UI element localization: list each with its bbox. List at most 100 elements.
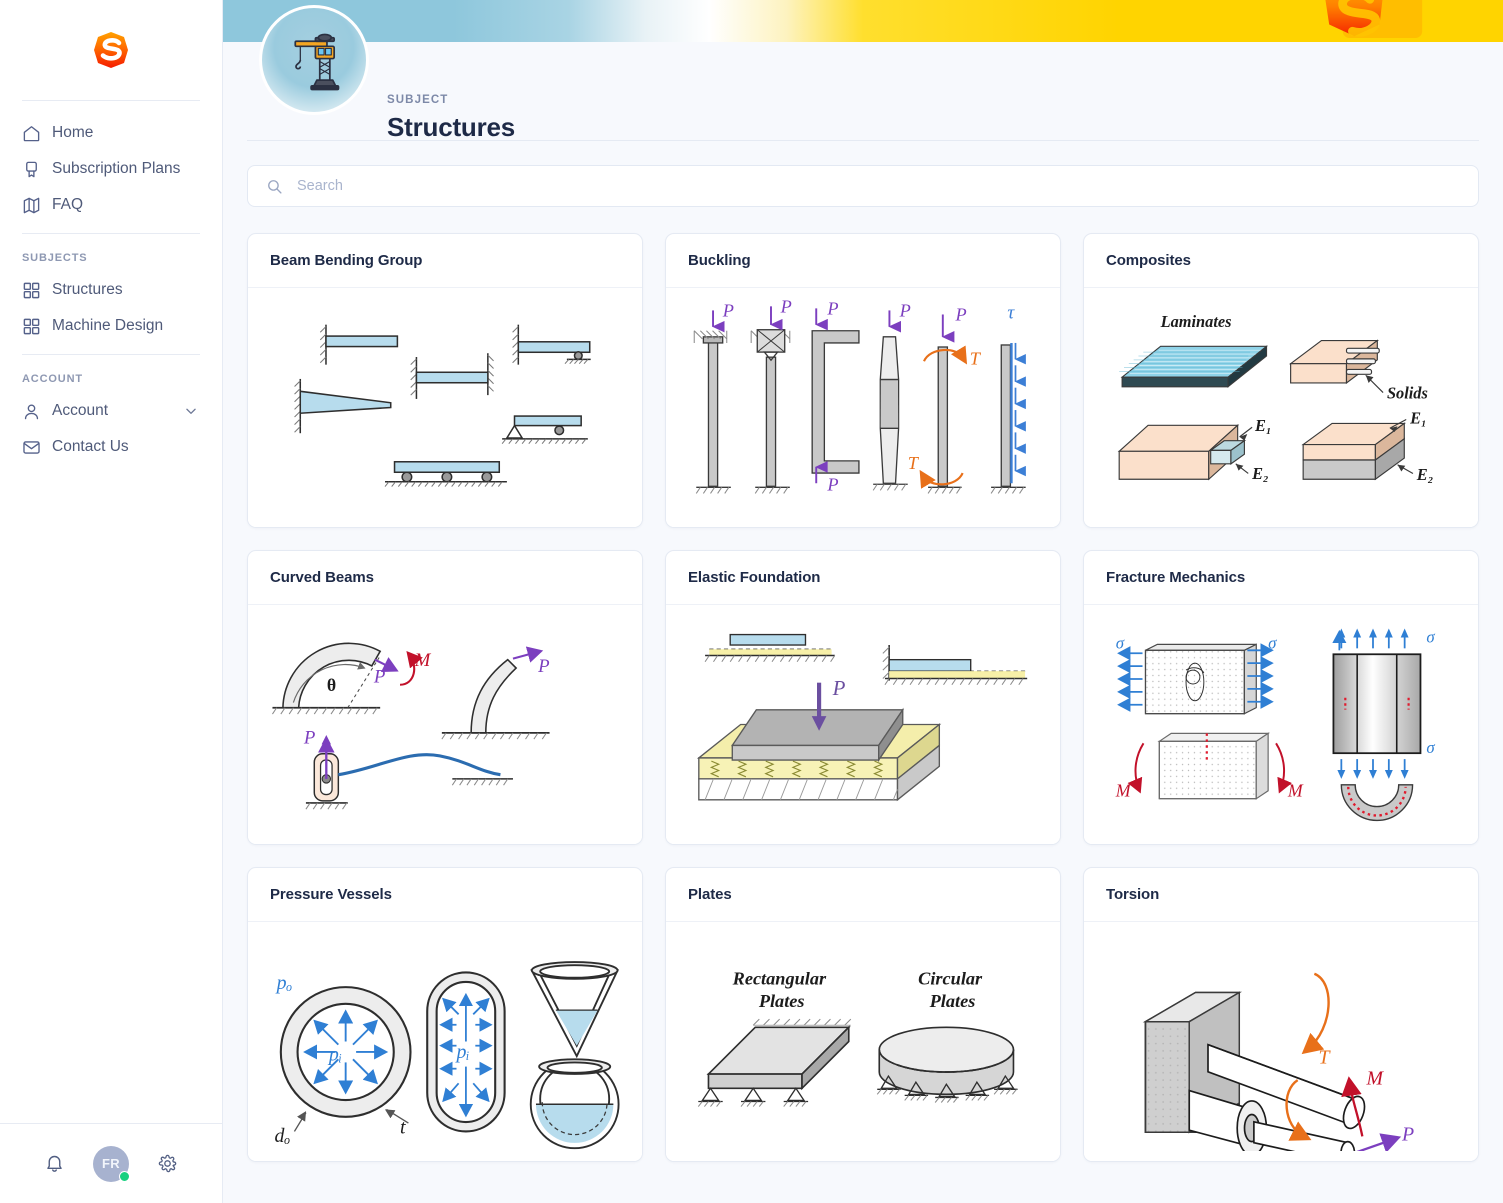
composites-label-laminates: Laminates [1160, 312, 1232, 331]
sidebar-item-label: FAQ [52, 196, 84, 213]
app-root: Home Subscription Plans FAQ SUBJECTS Str… [0, 0, 1503, 1203]
bell-icon[interactable] [44, 1153, 65, 1174]
composites-label-e1b: E₁ [1409, 408, 1427, 427]
card-illustration-beam-bending [248, 288, 642, 527]
pressure-label-t: t [400, 1117, 406, 1139]
torsion-label-m: M [1366, 1067, 1385, 1089]
banner-watermark-logo-icon [1325, 0, 1423, 39]
card-plates[interactable]: Plates Rectangular Plates Circular Plate… [665, 867, 1061, 1162]
subject-kicker: SUBJECT [387, 94, 449, 106]
sidebar-item-home[interactable]: Home [0, 115, 222, 151]
sidebar-item-structures[interactable]: Structures [0, 272, 222, 308]
user-icon [22, 402, 41, 421]
plates-label-circ-1: Circular [918, 969, 983, 989]
composites-label-e2b: E₂ [1416, 465, 1434, 484]
card-title: Torsion [1084, 868, 1478, 922]
gear-icon[interactable] [157, 1153, 178, 1174]
curved-beams-label-theta: θ [327, 675, 336, 695]
svg-text:τ: τ [1007, 303, 1015, 324]
s-logo-icon [94, 32, 128, 68]
card-composites[interactable]: Composites Laminates Solids E₁ E₂ E₁ E₂ [1083, 233, 1479, 528]
elastic-foundation-diagram: P [696, 633, 1028, 802]
card-curved-beams[interactable]: Curved Beams θ P M P P [247, 550, 643, 845]
home-icon [22, 124, 41, 143]
sidebar-item-label: Machine Design [52, 317, 164, 334]
curved-beams-label-m: M [414, 650, 432, 671]
buckling-diagram: P P P P P P T T τ [693, 298, 1026, 494]
search-input[interactable] [297, 178, 1460, 194]
composites-label-e2: E₂ [1251, 464, 1269, 483]
card-title: Beam Bending Group [248, 234, 642, 288]
sidebar-primary-nav: Home Subscription Plans FAQ [0, 101, 222, 233]
fracture-label-m-left: M [1115, 781, 1132, 801]
svg-text:P: P [899, 301, 911, 321]
search-box[interactable] [247, 165, 1479, 207]
sidebar-item-account[interactable]: Account [0, 393, 222, 429]
subject-header: SUBJECT Structures [223, 5, 1503, 142]
card-buckling[interactable]: Buckling P P P P P P T T τ [665, 233, 1061, 528]
pressure-label-po: pₒ [275, 972, 293, 994]
card-title: Buckling [666, 234, 1060, 288]
curved-beams-label-p3: P [303, 727, 316, 748]
svg-text:P: P [780, 298, 792, 316]
crane-icon [294, 33, 340, 91]
card-pressure-vessels[interactable]: Pressure Vessels pᵢ pₒ dₒ t pᵢ [247, 867, 643, 1162]
plates-label-rect-1: Rectangular [732, 969, 827, 989]
card-fracture-mechanics[interactable]: Fracture Mechanics σ σ M M σ σ [1083, 550, 1479, 845]
pressure-label-do: dₒ [275, 1125, 291, 1147]
card-illustration-composites: Laminates Solids E₁ E₂ E₁ E₂ [1084, 288, 1478, 527]
fracture-label-sigma-left: σ [1116, 633, 1125, 652]
status-badge [119, 1170, 130, 1182]
avatar-initials: FR [102, 1156, 120, 1171]
avatar[interactable]: FR [93, 1145, 130, 1182]
card-title: Curved Beams [248, 551, 642, 605]
svg-text:P: P [722, 301, 734, 321]
fracture-label-sigma-right: σ [1268, 633, 1277, 652]
subject-avatar [259, 5, 369, 115]
beam-bending-diagram [294, 324, 591, 487]
elastic-foundation-label-p: P [832, 676, 846, 700]
card-title: Pressure Vessels [248, 868, 642, 922]
card-beam-bending-group[interactable]: Beam Bending Group [247, 233, 643, 528]
grid-icon [22, 281, 41, 300]
card-torsion[interactable]: Torsion T M P [1083, 867, 1479, 1162]
sidebar-item-label: Account [52, 402, 109, 419]
sidebar-item-machine-design[interactable]: Machine Design [0, 308, 222, 344]
fracture-mechanics-diagram: σ σ M M σ σ [1115, 627, 1435, 822]
card-illustration-curved-beams: θ P M P P [248, 605, 642, 844]
sidebar-item-label: Structures [52, 281, 123, 298]
composites-label-solids: Solids [1387, 383, 1428, 402]
card-illustration-fracture-mechanics: σ σ M M σ σ [1084, 605, 1478, 844]
sidebar-item-contact-us[interactable]: Contact Us [0, 429, 222, 465]
card-illustration-plates: Rectangular Plates Circular Plates [666, 922, 1060, 1161]
pressure-label-pi2: pᵢ [455, 1041, 470, 1063]
svg-text:P: P [826, 474, 838, 494]
svg-text:P: P [826, 298, 838, 318]
composites-label-e1: E₁ [1254, 416, 1272, 435]
sidebar-item-subscription-plans[interactable]: Subscription Plans [0, 151, 222, 187]
subject-banner [223, 0, 1503, 42]
svg-text:T: T [908, 453, 920, 473]
torsion-diagram: T M P [1142, 972, 1414, 1151]
svg-text:T: T [970, 348, 982, 368]
fracture-label-m-right: M [1287, 781, 1304, 801]
sidebar-section-account: ACCOUNT [22, 373, 83, 385]
chevron-down-icon[interactable] [184, 404, 198, 418]
sidebar-section-subjects: SUBJECTS [22, 252, 88, 264]
card-title: Elastic Foundation [666, 551, 1060, 605]
card-illustration-elastic-foundation: P [666, 605, 1060, 844]
pressure-label-pi: pᵢ [327, 1043, 342, 1065]
card-title: Fracture Mechanics [1084, 551, 1478, 605]
card-elastic-foundation[interactable]: Elastic Foundation P [665, 550, 1061, 845]
search-icon [266, 178, 283, 195]
card-illustration-buckling: P P P P P P T T τ [666, 288, 1060, 527]
map-icon [22, 196, 41, 215]
grid-icon [22, 317, 41, 336]
sidebar-footer: FR [0, 1123, 222, 1203]
sidebar-item-faq[interactable]: FAQ [0, 187, 222, 223]
brand-logo[interactable] [0, 0, 222, 100]
card-title: Composites [1084, 234, 1478, 288]
curved-beams-diagram: θ P M P P [272, 642, 550, 810]
torsion-label-p: P [1401, 1124, 1414, 1146]
search-row [223, 141, 1503, 207]
